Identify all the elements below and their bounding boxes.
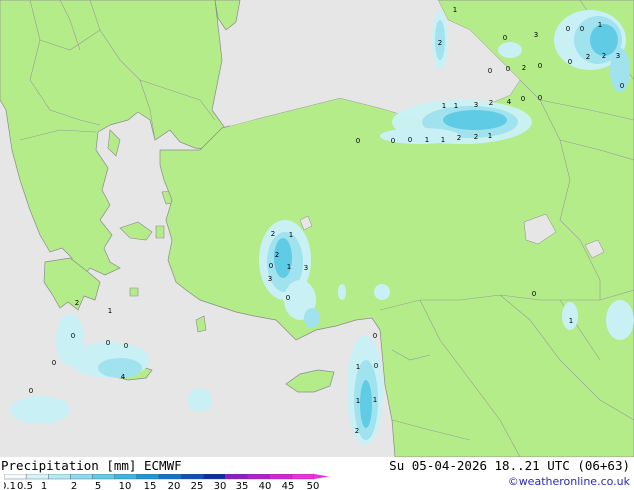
precip-value-label: 1 [569, 317, 573, 325]
legend-tick-label: 50 [307, 481, 320, 490]
precip-value-label: 0 [538, 94, 542, 102]
legend-swatch [25, 474, 49, 480]
precip-value-label: 0 [503, 34, 507, 42]
precip-value-label: 0 [566, 25, 570, 33]
precip-value-label: 2 [355, 427, 359, 435]
legend-swatch [291, 474, 315, 480]
legend-swatch [158, 474, 182, 480]
legend-swatch [48, 474, 71, 480]
precip-value-label: 1 [356, 363, 360, 371]
legend-tick-label: 35 [236, 481, 249, 490]
legend-tick-label: 0.1 [4, 481, 16, 490]
legend-tick-label: 45 [282, 481, 295, 490]
precip-value-label: 1 [454, 102, 458, 110]
precip-value-label: 0 [580, 25, 584, 33]
precipitation-map: 120 30 0 10 0 22 2 30 0001 1 3 2 4 00 0 0 1 1 2 22 121 303020… [0, 0, 634, 457]
precip-value-label: 0 [356, 137, 360, 145]
legend-swatch [4, 474, 27, 480]
product-title: Precipitation [mm] ECMWF [1, 458, 182, 473]
legend-tick-label: 15 [144, 481, 157, 490]
precip-value-label: 2 [275, 251, 279, 259]
precip-value-label: 0 [269, 262, 273, 270]
precip-value-label: 0 [391, 137, 395, 145]
precip-value-label: 2 [522, 64, 526, 72]
precip-value-label: 0 [106, 339, 110, 347]
legend-swatch [269, 474, 293, 480]
legend-tick-label: 20 [168, 481, 181, 490]
precip-value-label: 4 [507, 98, 512, 106]
precip-value-label: 0 [286, 294, 290, 302]
precip-value-label: 2 [586, 53, 590, 61]
precip-value-label: 3 [474, 101, 478, 109]
precip-value-label: 2 [438, 39, 442, 47]
precip-value-label: 1 [108, 307, 112, 315]
precip-value-label: 2 [489, 99, 493, 107]
legend-tick-label: 1 [41, 481, 47, 490]
legend-swatch [203, 474, 226, 480]
precip-value-label: 0 [29, 387, 33, 395]
precip-value-label: 0 [374, 362, 378, 370]
land-naxos [129, 287, 139, 297]
precip-value-label: 3 [268, 275, 272, 283]
legend-swatch [70, 474, 93, 480]
precip-value-label: 3 [304, 264, 308, 272]
legend-tick-label: 30 [214, 481, 227, 490]
legend-tick-label: 25 [191, 481, 204, 490]
precip-value-label: 0 [538, 62, 542, 70]
legend-overflow-arrow [314, 474, 329, 479]
precip-value-label: 0 [568, 58, 572, 66]
legend-swatch [247, 474, 270, 480]
precip-value-label: 1 [287, 263, 291, 271]
precip-value-label: 1 [425, 136, 429, 144]
precip-value-label: 2 [474, 133, 478, 141]
precip-value-label: 3 [616, 52, 620, 60]
legend-swatch [180, 474, 204, 480]
legend-tick-label: 2 [71, 481, 77, 490]
precip-value-label: 2 [75, 299, 79, 307]
precip-value-label: 0 [532, 290, 536, 298]
precip-value-label: 1 [488, 132, 492, 140]
precip-value-label: 2 [457, 134, 461, 142]
precip-value-label: 0 [373, 332, 377, 340]
precip-value-label: 1 [289, 231, 293, 239]
legend-swatch [136, 474, 160, 480]
precip-value-label: 0 [408, 136, 412, 144]
precip-value-label: 2 [271, 230, 275, 238]
precip-color-legend: 0.10.5125101520253035404550 [4, 474, 329, 490]
precip-value-label: 1 [453, 6, 457, 14]
land-chios [155, 225, 165, 239]
legend-swatch [225, 474, 248, 480]
precip-value-label: 0 [71, 332, 75, 340]
precip-value-label: 2 [602, 52, 606, 60]
precip-value-label: 4 [121, 373, 126, 381]
precip-value-label: 0 [506, 65, 510, 73]
precip-value-label: 0 [521, 95, 525, 103]
legend-tick-label: 40 [259, 481, 272, 490]
legend-swatch [114, 474, 138, 480]
precip-value-label: 1 [356, 397, 360, 405]
precip-value-label: 0 [620, 82, 624, 90]
legend-tick-label: 0.5 [17, 481, 33, 490]
precip-value-label: 0 [52, 359, 56, 367]
legend-tick-label: 10 [119, 481, 132, 490]
legend-swatch [92, 474, 115, 480]
precip-value-label: 1 [373, 396, 377, 404]
validity-time: Su 05-04-2026 18..21 UTC (06+63) [389, 458, 630, 473]
precip-value-label: 0 [488, 67, 492, 75]
credit-link[interactable]: ©weatheronline.co.uk [508, 475, 630, 488]
legend-tick-label: 5 [95, 481, 101, 490]
precip-value-label: 1 [442, 102, 446, 110]
precip-value-label: 1 [598, 21, 602, 29]
precip-value-label: 0 [124, 342, 128, 350]
precip-value-label: 3 [534, 31, 538, 39]
precip-value-label: 1 [441, 136, 445, 144]
